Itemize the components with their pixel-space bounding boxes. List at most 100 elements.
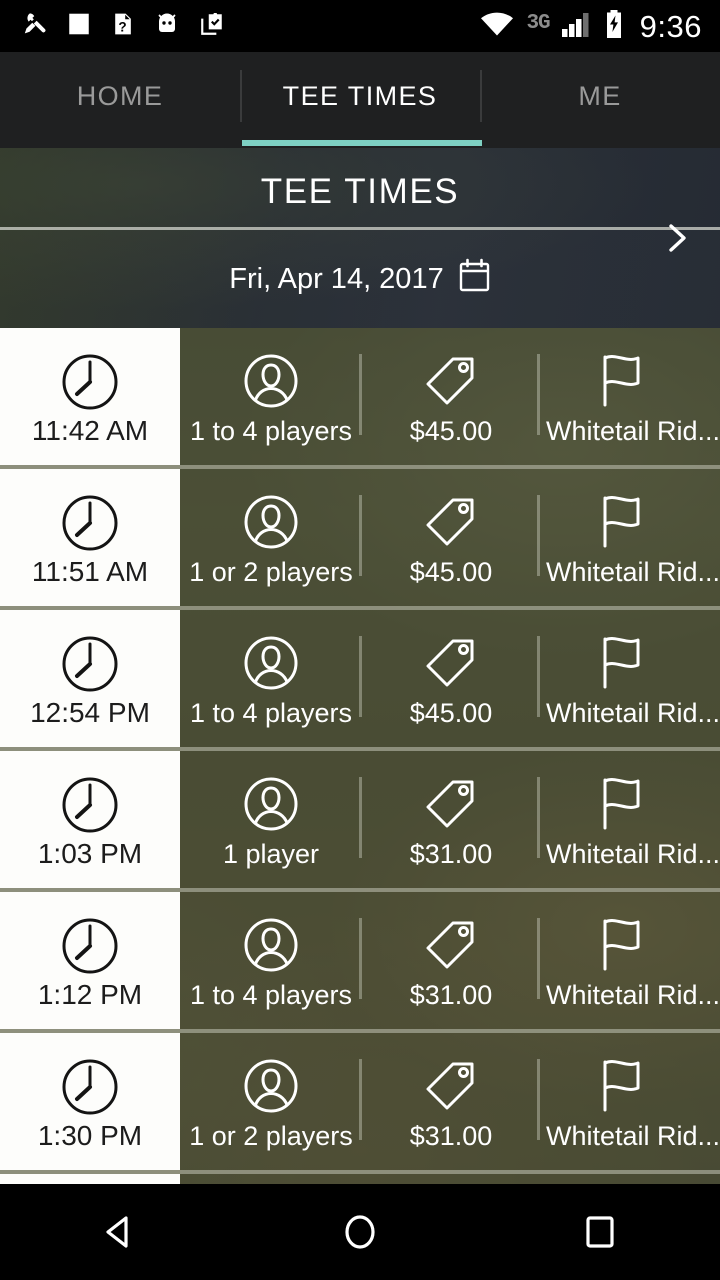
tee-time-cell: 1:12 PM bbox=[0, 892, 180, 1029]
person-circle-icon bbox=[240, 1053, 302, 1119]
players-cell: 1 or 2 players bbox=[180, 469, 362, 606]
players-label: 1 or 2 players bbox=[189, 1121, 353, 1151]
back-triangle-icon[interactable] bbox=[65, 1184, 175, 1280]
clock-icon bbox=[57, 349, 123, 415]
golf-flag-icon bbox=[544, 489, 720, 555]
tab-me-label: ME bbox=[578, 80, 622, 111]
price-cell: $45.00 bbox=[362, 328, 540, 465]
next-day-chevron-right-icon[interactable] bbox=[660, 221, 694, 255]
players-label: 1 or 2 players bbox=[189, 557, 353, 587]
table-row[interactable]: 12:54 PM 1 to 4 players $45.00 Whitetail… bbox=[0, 610, 720, 751]
tee-time-details[interactable]: 1 player $31.00 Whitetail Rid... bbox=[180, 751, 720, 888]
tee-time-cell: 11:42 AM bbox=[0, 328, 180, 465]
android-head-icon bbox=[153, 11, 181, 42]
course-label: Whitetail Rid... bbox=[546, 980, 720, 1010]
tee-time-label: 1:12 PM bbox=[37, 978, 143, 1010]
price-label: $31.00 bbox=[409, 980, 493, 1010]
tab-tee-times[interactable]: TEE TIMES bbox=[240, 52, 480, 148]
course-cell: Whitetail Rid... bbox=[540, 469, 720, 606]
golf-flag-icon bbox=[544, 1053, 720, 1119]
status-bar: ? 3G 9:36 bbox=[0, 0, 720, 52]
price-cell: $31.00 bbox=[362, 892, 540, 1029]
clock-icon bbox=[57, 772, 123, 838]
tee-time-label: 1:03 PM bbox=[37, 837, 143, 869]
price-tag-icon bbox=[420, 771, 482, 837]
price-cell: $31.00 bbox=[362, 1033, 540, 1170]
signal-bars-icon bbox=[561, 11, 592, 42]
players-cell: 1 player bbox=[180, 751, 362, 888]
tee-time-label: 12:54 PM bbox=[30, 696, 150, 728]
status-bar-left-icons: ? bbox=[0, 11, 225, 42]
course-label: Whitetail Rid... bbox=[546, 1121, 720, 1151]
table-row-partial[interactable] bbox=[0, 1174, 720, 1184]
status-bar-right-icons: 3G 9:36 bbox=[480, 8, 720, 44]
tee-time-details bbox=[180, 1174, 720, 1184]
white-square-icon bbox=[66, 11, 92, 42]
tee-time-details[interactable]: 1 to 4 players $45.00 Whitetail Rid... bbox=[180, 328, 720, 465]
golf-flag-icon bbox=[544, 630, 720, 696]
players-label: 1 to 4 players bbox=[189, 698, 353, 728]
players-cell: 1 to 4 players bbox=[180, 610, 362, 747]
date-selector-row[interactable]: Fri, Apr 14, 2017 bbox=[0, 230, 720, 328]
battery-charging-icon bbox=[604, 9, 624, 43]
course-cell: Whitetail Rid... bbox=[540, 892, 720, 1029]
table-row[interactable]: 11:51 AM 1 or 2 players $45.00 Whitetail… bbox=[0, 469, 720, 610]
home-circle-icon[interactable] bbox=[305, 1184, 415, 1280]
clock-icon bbox=[57, 490, 123, 556]
page-header: TEE TIMES Fri, Apr 14, 2017 bbox=[0, 148, 720, 328]
tee-time-details[interactable]: 1 to 4 players $45.00 Whitetail Rid... bbox=[180, 610, 720, 747]
players-label: 1 to 4 players bbox=[189, 416, 353, 446]
table-row[interactable]: 11:42 AM 1 to 4 players $45.00 Whitetail… bbox=[0, 328, 720, 469]
course-cell: Whitetail Rid... bbox=[540, 1033, 720, 1170]
table-row[interactable]: 1:12 PM 1 to 4 players $31.00 Whitetail … bbox=[0, 892, 720, 1033]
tee-time-cell: 11:51 AM bbox=[0, 469, 180, 606]
price-label: $31.00 bbox=[409, 1121, 493, 1151]
price-label: $45.00 bbox=[409, 416, 493, 446]
price-tag-icon bbox=[420, 912, 482, 978]
wifi-icon bbox=[480, 11, 514, 42]
phone-screen: ? 3G 9:36 HOME TEE TIMES ME TEE TIMES Fr… bbox=[0, 0, 720, 1280]
clipboard-check-icon bbox=[199, 11, 225, 42]
clock-icon bbox=[57, 1054, 123, 1120]
tee-times-list[interactable]: 11:42 AM 1 to 4 players $45.00 Whitetail… bbox=[0, 328, 720, 1184]
golf-flag-icon bbox=[544, 912, 720, 978]
network-type-label: 3G bbox=[526, 11, 550, 35]
tee-time-cell: 1:30 PM bbox=[0, 1033, 180, 1170]
header-divider bbox=[0, 227, 720, 230]
tee-time-details[interactable]: 1 to 4 players $31.00 Whitetail Rid... bbox=[180, 892, 720, 1029]
price-tag-icon bbox=[420, 1053, 482, 1119]
course-label: Whitetail Rid... bbox=[546, 416, 720, 446]
sdcard-question-icon: ? bbox=[110, 11, 135, 42]
players-label: 1 to 4 players bbox=[189, 980, 353, 1010]
calendar-icon[interactable] bbox=[458, 258, 491, 301]
tee-time-details[interactable]: 1 or 2 players $31.00 Whitetail Rid... bbox=[180, 1033, 720, 1170]
golf-flag-icon bbox=[544, 771, 720, 837]
selected-date-label: Fri, Apr 14, 2017 bbox=[229, 262, 444, 295]
person-circle-icon bbox=[240, 771, 302, 837]
tee-time-label: 11:42 AM bbox=[31, 414, 149, 446]
status-bar-clock: 9:36 bbox=[639, 8, 702, 44]
tab-bar[interactable]: HOME TEE TIMES ME bbox=[0, 52, 720, 148]
golf-flag-icon bbox=[544, 348, 720, 414]
android-nav-bar[interactable] bbox=[0, 1184, 720, 1280]
date-selector[interactable]: Fri, Apr 14, 2017 bbox=[229, 258, 490, 301]
players-cell: 1 to 4 players bbox=[180, 892, 362, 1029]
clock-icon bbox=[57, 913, 123, 979]
tee-time-label: 11:51 AM bbox=[31, 555, 149, 587]
recents-square-icon[interactable] bbox=[545, 1184, 655, 1280]
course-label: Whitetail Rid... bbox=[546, 698, 720, 728]
tab-divider-left bbox=[240, 70, 242, 122]
tab-home-label: HOME bbox=[76, 80, 164, 111]
players-cell: 1 or 2 players bbox=[180, 1033, 362, 1170]
tee-time-details[interactable]: 1 or 2 players $45.00 Whitetail Rid... bbox=[180, 469, 720, 606]
active-tab-underline bbox=[242, 140, 482, 146]
tab-home[interactable]: HOME bbox=[0, 52, 240, 148]
svg-text:?: ? bbox=[118, 19, 126, 34]
tab-me[interactable]: ME bbox=[480, 52, 720, 148]
price-label: $45.00 bbox=[409, 698, 493, 728]
price-tag-icon bbox=[420, 348, 482, 414]
table-row[interactable]: 1:30 PM 1 or 2 players $31.00 Whitetail … bbox=[0, 1033, 720, 1174]
price-tag-icon bbox=[420, 489, 482, 555]
tab-tee-times-label: TEE TIMES bbox=[282, 80, 438, 111]
table-row[interactable]: 1:03 PM 1 player $31.00 Whitetail Rid... bbox=[0, 751, 720, 892]
